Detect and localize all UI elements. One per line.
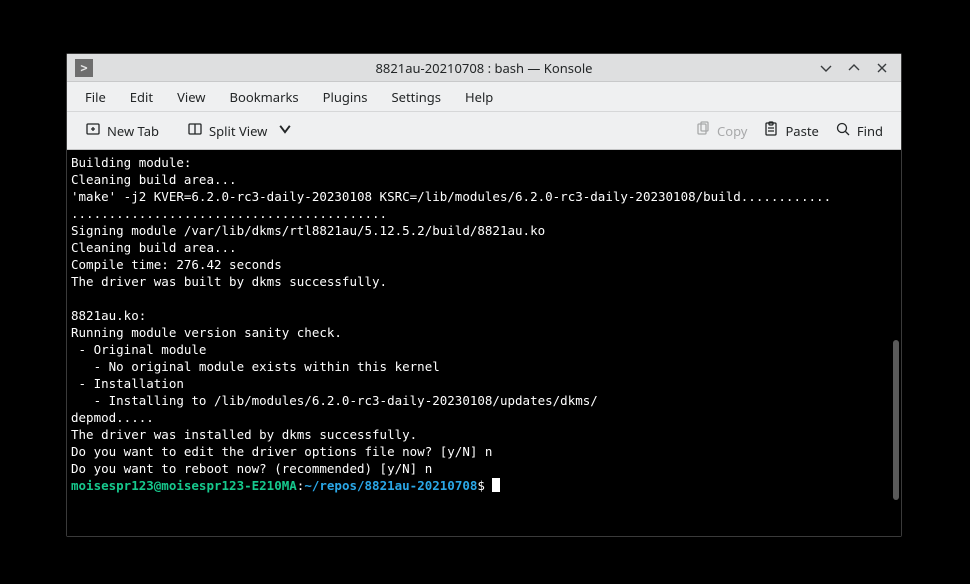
minimize-button[interactable] <box>817 59 835 77</box>
maximize-button[interactable] <box>845 59 863 77</box>
prompt-symbol: $ <box>477 478 485 493</box>
close-button[interactable] <box>873 59 891 77</box>
toolbar: New Tab Split View Copy Pas <box>67 112 901 150</box>
menu-plugins[interactable]: Plugins <box>311 83 380 111</box>
terminal-output: Building module: Cleaning build area... … <box>71 154 897 494</box>
split-view-label: Split View <box>209 122 267 140</box>
paste-button[interactable]: Paste <box>755 117 826 145</box>
prompt-userhost: moisespr123@moisespr123-E210MA <box>71 478 297 493</box>
terminal-area[interactable]: Building module: Cleaning build area... … <box>67 150 901 536</box>
term-line: Running module version sanity check. <box>71 325 342 340</box>
konsole-app-icon <box>75 59 93 77</box>
term-line: ........................................… <box>71 206 387 221</box>
paste-icon <box>763 121 779 141</box>
search-icon <box>835 121 851 141</box>
term-line: Compile time: 276.42 seconds <box>71 257 282 272</box>
split-view-button[interactable]: Split View <box>179 117 301 145</box>
paste-label: Paste <box>785 122 818 140</box>
term-line: - Installing to /lib/modules/6.2.0-rc3-d… <box>71 393 598 408</box>
menu-view[interactable]: View <box>165 83 217 111</box>
menu-bookmarks[interactable]: Bookmarks <box>218 83 311 111</box>
menu-help[interactable]: Help <box>453 83 505 111</box>
prompt-path: ~/repos/8821au-20210708 <box>304 478 477 493</box>
term-line: Do you want to edit the driver options f… <box>71 444 492 459</box>
term-line: Do you want to reboot now? (recommended)… <box>71 461 432 476</box>
konsole-window: 8821au-20210708 : bash — Konsole File Ed… <box>66 53 902 537</box>
find-button[interactable]: Find <box>827 117 891 145</box>
term-line: - Original module <box>71 342 206 357</box>
term-line: depmod..... <box>71 410 154 425</box>
term-line: The driver was installed by dkms success… <box>71 427 417 442</box>
menu-edit[interactable]: Edit <box>118 83 165 111</box>
copy-icon <box>695 121 711 141</box>
menubar: File Edit View Bookmarks Plugins Setting… <box>67 82 901 112</box>
new-tab-icon <box>85 121 101 141</box>
term-line: Cleaning build area... <box>71 240 237 255</box>
term-line: 8821au.ko: <box>71 308 146 323</box>
new-tab-label: New Tab <box>107 122 159 140</box>
term-line: - No original module exists within this … <box>71 359 440 374</box>
new-tab-button[interactable]: New Tab <box>77 117 167 145</box>
term-line: The driver was built by dkms successfull… <box>71 274 387 289</box>
split-view-icon <box>187 121 203 141</box>
term-line: Signing module /var/lib/dkms/rtl8821au/5… <box>71 223 545 238</box>
chevron-down-icon <box>277 121 293 141</box>
window-controls <box>817 59 901 77</box>
term-line: 'make' -j2 KVER=6.2.0-rc3-daily-20230108… <box>71 189 831 204</box>
copy-button[interactable]: Copy <box>687 117 755 145</box>
menu-file[interactable]: File <box>73 83 118 111</box>
term-line: Cleaning build area... <box>71 172 237 187</box>
titlebar: 8821au-20210708 : bash — Konsole <box>67 54 901 82</box>
find-label: Find <box>857 122 883 140</box>
term-line: - Installation <box>71 376 184 391</box>
term-line: Building module: <box>71 155 191 170</box>
menu-settings[interactable]: Settings <box>380 83 453 111</box>
scrollbar-thumb[interactable] <box>893 340 899 500</box>
window-title: 8821au-20210708 : bash — Konsole <box>67 59 901 77</box>
copy-label: Copy <box>717 122 747 140</box>
terminal-cursor <box>492 478 500 492</box>
